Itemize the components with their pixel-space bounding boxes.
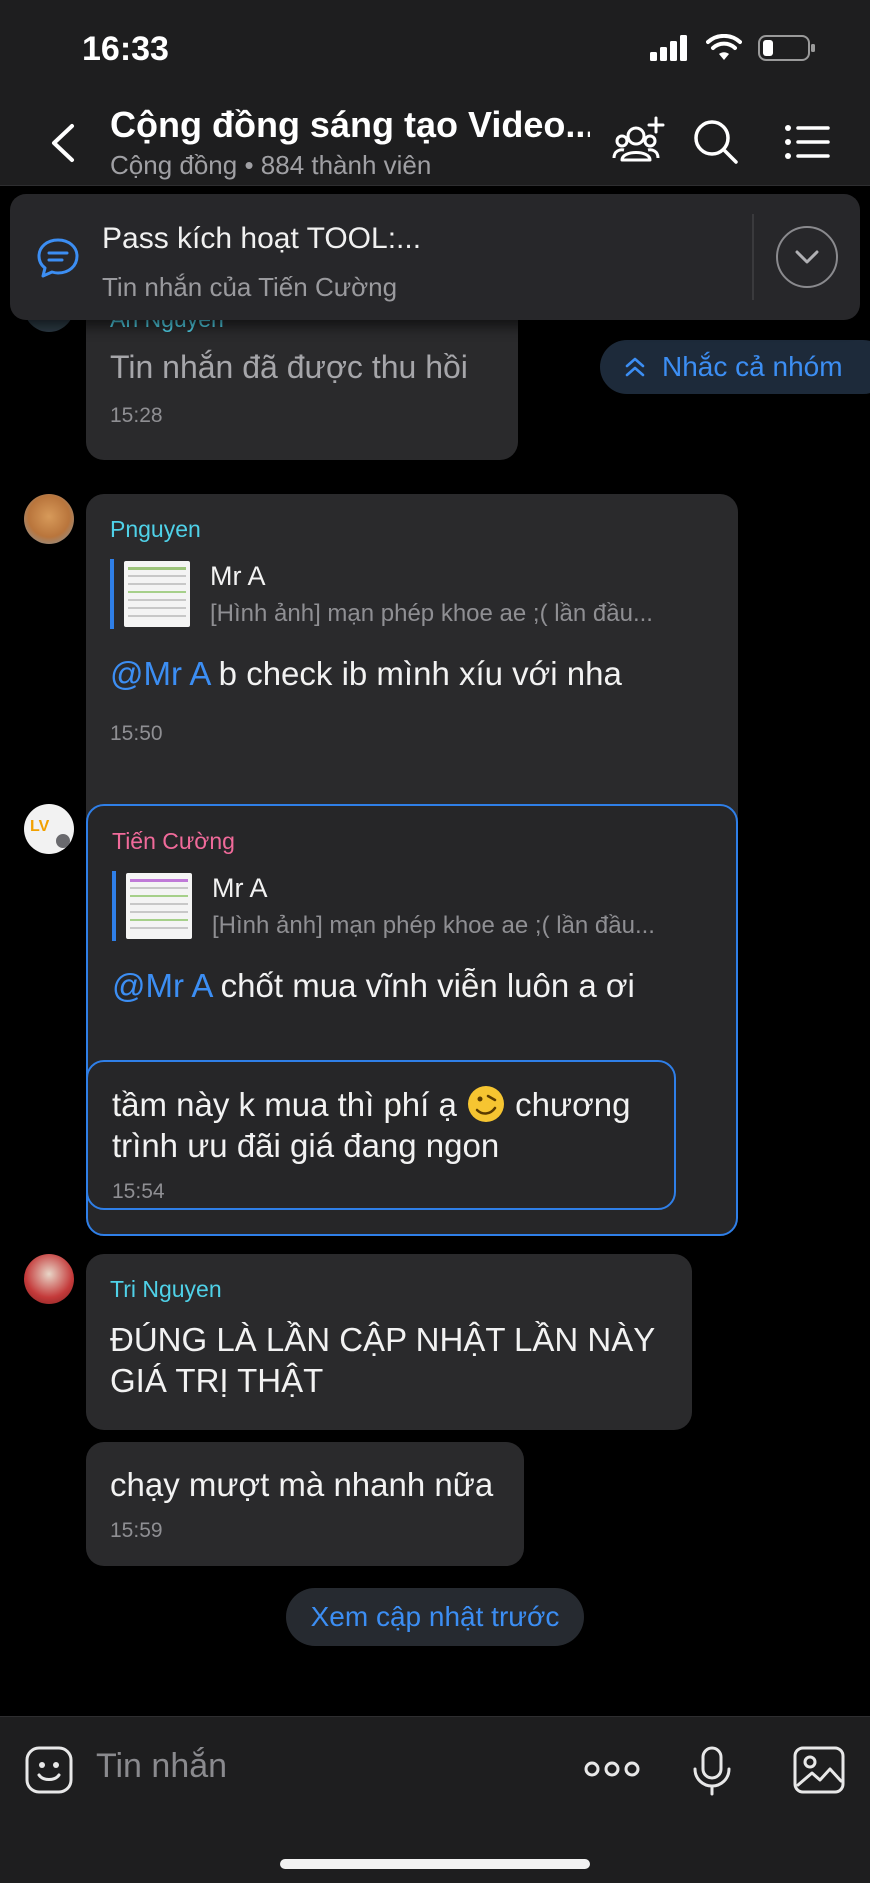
quoted-sender: Mr A: [210, 560, 266, 591]
double-chevron-up-icon: [625, 357, 645, 377]
search-icon: [694, 120, 738, 164]
chat-bubble-icon: [34, 234, 82, 287]
image-icon: [793, 1746, 845, 1794]
recalled-message-text: Tin nhắn đã được thu hồi: [110, 349, 468, 385]
avatar[interactable]: [24, 494, 74, 544]
add-people-icon: [612, 116, 665, 162]
avatar[interactable]: [24, 1254, 74, 1304]
quoted-text: [Hình ảnh] mạn phép khoe ae ;( lần đầu..…: [210, 599, 653, 627]
back-button[interactable]: [44, 118, 84, 168]
divider: [752, 214, 754, 300]
message-text: ĐÚNG LÀ LẦN CẬP NHẬT LẦN NÀY GIÁ TRỊ THẬ…: [110, 1321, 655, 1399]
status-bar: 16:33: [0, 0, 870, 100]
quoted-message[interactable]: Mr A [Hình ảnh] mạn phép khoe ae ;( lần …: [112, 871, 712, 941]
sticker-icon: [25, 1746, 73, 1794]
group-title[interactable]: Cộng đồng sáng tạo Video...: [110, 104, 590, 146]
message-bubble-highlighted[interactable]: tầm này k mua thì phí ạ chương trình ưu …: [86, 1060, 676, 1210]
chevron-down-icon: [795, 250, 819, 264]
status-icons: [650, 34, 816, 62]
sender-name[interactable]: Tiến Cường: [112, 828, 712, 855]
list-menu-icon: [785, 125, 830, 159]
message-text: chạy mượt mà nhanh nữa: [110, 1466, 494, 1503]
add-member-button[interactable]: [612, 114, 668, 170]
mention-link[interactable]: @Mr A: [112, 967, 212, 1004]
message-bubble[interactable]: chạy mượt mà nhanh nữa 15:59: [86, 1442, 524, 1566]
message-composer: Tin nhắn: [0, 1716, 870, 1883]
chevron-left-icon: [52, 124, 74, 162]
pinned-expand-button[interactable]: [776, 226, 838, 288]
quoted-text: [Hình ảnh] mạn phép khoe ae ;( lần đầu..…: [212, 911, 655, 939]
sender-name[interactable]: Pnguyen: [110, 516, 714, 543]
photo-button[interactable]: [792, 1745, 846, 1800]
mention-link[interactable]: @Mr A: [110, 655, 210, 692]
pinned-subtitle: Tin nhắn của Tiến Cường: [102, 272, 398, 302]
status-time: 16:33: [82, 30, 169, 68]
battery-icon: [758, 35, 815, 61]
quoted-message[interactable]: Mr A [Hình ảnh] mạn phép khoe ae ;( lần …: [110, 559, 714, 629]
more-dots-icon: [584, 1761, 640, 1777]
message-time: 15:59: [110, 1519, 163, 1542]
group-subtitle: Cộng đồng • 884 thành viên: [110, 150, 432, 180]
microphone-icon: [693, 1746, 731, 1796]
message-list[interactable]: Pass kích hoạt TOOL:... Tin nhắn của Tiế…: [0, 186, 870, 1716]
message-text: chốt mua vĩnh viễn luôn a ơi: [211, 967, 635, 1004]
pinned-title: Pass kích hoạt TOOL:...: [102, 222, 422, 255]
pinned-message-banner[interactable]: Pass kích hoạt TOOL:... Tin nhắn của Tiế…: [10, 194, 860, 320]
quoted-image-thumbnail: [124, 561, 190, 627]
wifi-icon: [706, 34, 742, 60]
quoted-sender: Mr A: [212, 872, 268, 903]
message-input[interactable]: Tin nhắn: [96, 1747, 227, 1786]
message-time: 15:50: [110, 722, 163, 745]
search-button[interactable]: [688, 114, 744, 170]
remind-all-label: Nhắc cả nhóm: [662, 351, 843, 382]
voice-button[interactable]: [690, 1745, 734, 1802]
signal-icon: [650, 35, 687, 61]
message-text: b check ib mình xíu với nha: [209, 655, 622, 692]
more-options-button[interactable]: [584, 1757, 640, 1786]
home-indicator[interactable]: [280, 1859, 590, 1869]
menu-button[interactable]: [780, 114, 836, 170]
message-bubble[interactable]: Tri Nguyen ĐÚNG LÀ LẦN CẬP NHẬT LẦN NÀY …: [86, 1254, 692, 1430]
emoji-icon: [468, 1086, 505, 1122]
chat-header: Cộng đồng sáng tạo Video... Cộng đồng • …: [0, 100, 870, 186]
remind-all-button[interactable]: Nhắc cả nhóm: [600, 340, 870, 394]
sticker-button[interactable]: [24, 1745, 74, 1800]
message-text: tầm này k mua thì phí ạ: [112, 1086, 467, 1123]
load-previous-button[interactable]: Xem cập nhật trước: [286, 1588, 584, 1646]
message-time: 15:54: [112, 1180, 165, 1203]
load-previous-label: Xem cập nhật trước: [310, 1601, 560, 1632]
avatar[interactable]: LV: [24, 804, 74, 854]
quoted-image-thumbnail: [126, 873, 192, 939]
sender-name[interactable]: Tri Nguyen: [110, 1276, 668, 1303]
message-time: 15:28: [110, 404, 163, 427]
